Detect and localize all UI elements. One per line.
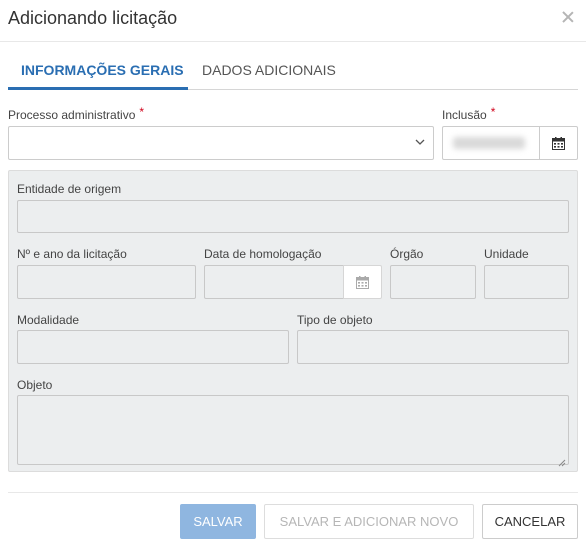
orgao-label: Órgão xyxy=(390,247,424,261)
inclusao-label: Inclusão * xyxy=(442,105,496,122)
save-button[interactable]: SALVAR xyxy=(180,504,256,539)
calendar-icon xyxy=(356,275,369,289)
required-mark: * xyxy=(490,105,496,119)
numero-label: Nº e ano da licitação xyxy=(17,247,127,261)
save-and-add-new-button[interactable]: SALVAR E ADICIONAR NOVO xyxy=(264,504,474,539)
resize-handle-icon xyxy=(558,454,566,467)
homologacao-label: Data de homologação xyxy=(204,247,322,261)
tipo-objeto-label: Tipo de objeto xyxy=(297,313,373,327)
unidade-label: Unidade xyxy=(484,247,529,261)
entidade-label: Entidade de origem xyxy=(17,182,122,196)
processo-select[interactable] xyxy=(8,126,434,160)
homologacao-calendar-button xyxy=(343,265,382,299)
inclusao-date-value-redacted xyxy=(453,137,525,149)
tab-informacoes-gerais[interactable]: INFORMAÇÕES GERAIS xyxy=(21,62,184,78)
objeto-label: Objeto xyxy=(17,378,53,392)
active-tab-indicator xyxy=(8,87,188,90)
dialog-header: Adicionando licitação xyxy=(0,0,586,42)
homologacao-date-field xyxy=(204,265,344,299)
calendar-icon xyxy=(552,136,565,150)
processo-label: Processo administrativo * xyxy=(8,105,145,122)
entidade-field xyxy=(17,200,569,233)
close-icon[interactable] xyxy=(560,9,576,25)
objeto-textarea xyxy=(17,395,569,467)
unidade-field xyxy=(484,265,569,299)
inclusao-date-input[interactable] xyxy=(442,126,540,160)
tab-bar: INFORMAÇÕES GERAIS DADOS ADICIONAIS xyxy=(8,42,578,90)
dialog-footer-divider xyxy=(8,492,578,493)
modalidade-field xyxy=(17,330,289,364)
cancel-button[interactable]: CANCELAR xyxy=(482,504,578,539)
tipo-objeto-field xyxy=(297,330,569,364)
inclusao-label-text: Inclusão xyxy=(442,108,487,122)
tab-dados-adicionais[interactable]: DADOS ADICIONAIS xyxy=(202,62,336,78)
numero-ano-field xyxy=(17,265,196,299)
required-mark: * xyxy=(139,105,145,119)
inclusao-calendar-button[interactable] xyxy=(539,126,578,160)
orgao-field xyxy=(390,265,476,299)
modalidade-label: Modalidade xyxy=(17,313,80,327)
chevron-down-icon xyxy=(415,137,425,147)
dialog-title: Adicionando licitação xyxy=(8,8,178,28)
processo-label-text: Processo administrativo xyxy=(8,108,136,122)
